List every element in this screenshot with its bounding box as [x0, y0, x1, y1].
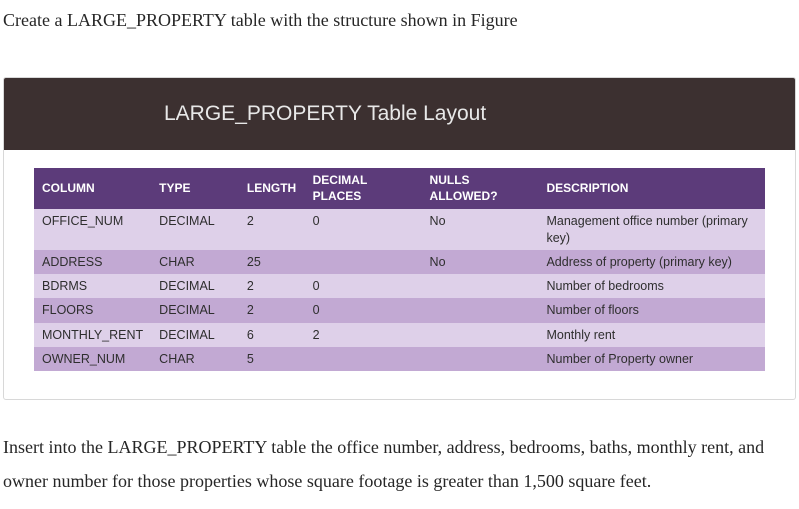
- cell-type: DECIMAL: [151, 209, 239, 250]
- cell-desc: Number of Property owner: [538, 347, 765, 371]
- cell-column: OFFICE_NUM: [34, 209, 151, 250]
- th-length: LENGTH: [239, 168, 305, 209]
- cell-column: BDRMS: [34, 274, 151, 298]
- cell-column: MONTHLY_RENT: [34, 323, 151, 347]
- cell-nulls: No: [422, 250, 539, 274]
- cell-nulls: [422, 274, 539, 298]
- cell-desc: Number of bedrooms: [538, 274, 765, 298]
- cell-desc: Monthly rent: [538, 323, 765, 347]
- th-decimal: DECIMAL PLACES: [305, 168, 422, 209]
- cell-nulls: No: [422, 209, 539, 250]
- figure-title: LARGE_PROPERTY Table Layout: [4, 78, 795, 150]
- table-row: OFFICE_NUMDECIMAL20NoManagement office n…: [34, 209, 765, 250]
- th-desc: DESCRIPTION: [538, 168, 765, 209]
- cell-decimal: [305, 347, 422, 371]
- cell-length: 25: [239, 250, 305, 274]
- cell-nulls: [422, 323, 539, 347]
- cell-decimal: 0: [305, 209, 422, 250]
- cell-desc: Address of property (primary key): [538, 250, 765, 274]
- cell-column: FLOORS: [34, 298, 151, 322]
- intro-paragraph: Create a LARGE_PROPERTY table with the s…: [3, 3, 796, 37]
- cell-decimal: 0: [305, 274, 422, 298]
- cell-type: DECIMAL: [151, 323, 239, 347]
- cell-nulls: [422, 298, 539, 322]
- cell-desc: Number of floors: [538, 298, 765, 322]
- th-nulls: NULLS ALLOWED?: [422, 168, 539, 209]
- cell-decimal: 0: [305, 298, 422, 322]
- cell-column: OWNER_NUM: [34, 347, 151, 371]
- large-property-table: COLUMN TYPE LENGTH DECIMAL PLACES NULLS …: [34, 168, 765, 371]
- cell-decimal: [305, 250, 422, 274]
- cell-nulls: [422, 347, 539, 371]
- cell-type: DECIMAL: [151, 274, 239, 298]
- table-row: MONTHLY_RENTDECIMAL62 Monthly rent: [34, 323, 765, 347]
- cell-type: CHAR: [151, 347, 239, 371]
- th-column: COLUMN: [34, 168, 151, 209]
- cell-length: 2: [239, 298, 305, 322]
- cell-decimal: 2: [305, 323, 422, 347]
- figure-container: LARGE_PROPERTY Table Layout COLUMN TYPE …: [3, 77, 796, 400]
- table-row: OWNER_NUMCHAR5 Number of Property owner: [34, 347, 765, 371]
- cell-type: CHAR: [151, 250, 239, 274]
- th-type: TYPE: [151, 168, 239, 209]
- cell-desc: Management office number (primary key): [538, 209, 765, 250]
- outro-paragraph: Insert into the LARGE_PROPERTY table the…: [3, 430, 796, 498]
- cell-length: 6: [239, 323, 305, 347]
- table-row: ADDRESSCHAR25 NoAddress of property (prim…: [34, 250, 765, 274]
- cell-length: 2: [239, 274, 305, 298]
- table-body: OFFICE_NUMDECIMAL20NoManagement office n…: [34, 209, 765, 371]
- cell-length: 2: [239, 209, 305, 250]
- cell-type: DECIMAL: [151, 298, 239, 322]
- cell-length: 5: [239, 347, 305, 371]
- table-row: BDRMSDECIMAL20 Number of bedrooms: [34, 274, 765, 298]
- table-wrap: COLUMN TYPE LENGTH DECIMAL PLACES NULLS …: [4, 150, 795, 371]
- cell-column: ADDRESS: [34, 250, 151, 274]
- table-header-row: COLUMN TYPE LENGTH DECIMAL PLACES NULLS …: [34, 168, 765, 209]
- table-row: FLOORSDECIMAL20 Number of floors: [34, 298, 765, 322]
